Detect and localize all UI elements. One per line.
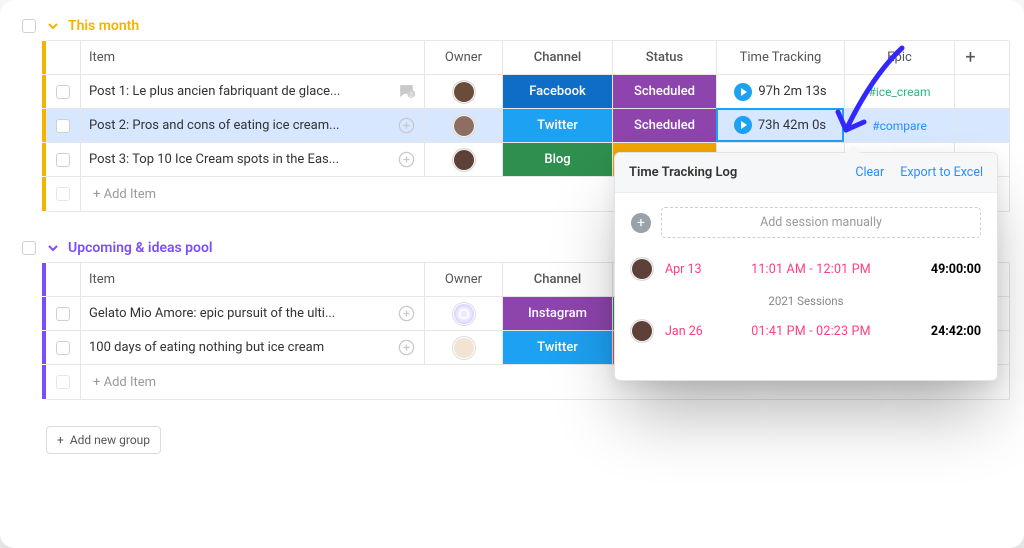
avatar[interactable]	[453, 303, 475, 325]
item-name[interactable]: Post 2: Pros and cons of eating ice crea…	[89, 118, 339, 133]
epic-tag[interactable]: #compare	[872, 119, 927, 133]
item-name[interactable]: Post 1: Le plus ancien fabriquant de gla…	[89, 84, 340, 99]
avatar	[631, 258, 653, 280]
add-session-label[interactable]: Add session manually	[661, 207, 981, 238]
add-chat-icon[interactable]	[397, 338, 416, 357]
channel-pill[interactable]: Instagram	[503, 297, 612, 330]
col-channel[interactable]: Channel	[502, 263, 612, 296]
board-page: This month Item Owner Channel Status Tim…	[0, 0, 1024, 548]
add-chat-icon[interactable]	[397, 116, 416, 135]
group-accent	[42, 297, 46, 330]
time-value: 73h 42m 0s	[758, 118, 826, 133]
col-time[interactable]: Time Tracking	[716, 41, 844, 74]
group-accent	[42, 41, 46, 74]
col-checkbox	[46, 41, 80, 74]
col-epic[interactable]: Epic	[844, 41, 954, 74]
col-item[interactable]: Item	[80, 41, 424, 74]
time-tracking-cell[interactable]: 97h 2m 13s	[716, 75, 844, 108]
add-session-row[interactable]: + Add session manually	[631, 207, 981, 238]
table-row[interactable]: Post 2: Pros and cons of eating ice crea…	[46, 109, 1009, 143]
status-pill[interactable]: Scheduled	[613, 75, 716, 108]
group-accent	[42, 143, 46, 176]
avatar[interactable]	[453, 149, 475, 171]
status-pill[interactable]: Scheduled	[613, 109, 716, 142]
col-owner[interactable]: Owner	[424, 263, 502, 296]
group-accent	[42, 109, 46, 142]
item-name[interactable]: 100 days of eating nothing but ice cream	[89, 340, 324, 355]
channel-pill[interactable]: Twitter	[503, 331, 612, 364]
table-row[interactable]: Post 1: Le plus ancien fabriquant de gla…	[46, 75, 1009, 109]
channel-pill[interactable]: Twitter	[503, 109, 612, 142]
avatar	[631, 320, 653, 342]
popover-body: + Add session manually Apr 13 11:01 AM -…	[615, 193, 997, 380]
add-group-button[interactable]: + Add new group	[46, 426, 161, 454]
row-checkbox[interactable]	[56, 307, 70, 321]
collapse-icon[interactable]	[46, 19, 60, 33]
export-button[interactable]: Export to Excel	[900, 165, 983, 180]
group-accent	[42, 331, 46, 364]
avatar[interactable]	[453, 115, 475, 137]
group-header-this-month[interactable]: This month	[46, 18, 1010, 34]
row-checkbox[interactable]	[56, 119, 70, 133]
time-tracking-log-popover: Time Tracking Log Clear Export to Excel …	[614, 152, 998, 381]
avatar[interactable]	[453, 337, 475, 359]
channel-pill[interactable]: Blog	[503, 143, 612, 176]
row-checkbox[interactable]	[56, 375, 70, 389]
group-title: Upcoming & ideas pool	[68, 240, 213, 256]
group-title: This month	[68, 18, 139, 34]
col-channel[interactable]: Channel	[502, 41, 612, 74]
col-checkbox	[46, 263, 80, 296]
channel-pill[interactable]: Facebook	[503, 75, 612, 108]
table-header-row: Item Owner Channel Status Time Tracking …	[46, 41, 1009, 75]
row-checkbox[interactable]	[56, 187, 70, 201]
session-times: 01:41 PM - 02:23 PM	[723, 324, 899, 339]
item-name[interactable]: Gelato Mio Amore: epic pursuit of the ul…	[89, 306, 335, 321]
collapse-icon[interactable]	[46, 241, 60, 255]
popover-header: Time Tracking Log Clear Export to Excel	[615, 153, 997, 193]
group-accent	[42, 365, 46, 399]
session-duration: 49:00:00	[911, 262, 981, 277]
add-chat-icon[interactable]	[397, 304, 416, 323]
group-accent	[42, 177, 46, 211]
add-column-button[interactable]: +	[954, 41, 986, 74]
epic-tag[interactable]: #ice_cream	[868, 85, 930, 99]
session-row[interactable]: Apr 13 11:01 AM - 12:01 PM 49:00:00	[631, 258, 981, 280]
row-checkbox[interactable]	[56, 85, 70, 99]
col-status[interactable]: Status	[612, 41, 716, 74]
year-separator: 2021 Sessions	[631, 294, 981, 308]
popover-title: Time Tracking Log	[629, 165, 737, 180]
session-date: Apr 13	[665, 262, 711, 277]
add-group-label: Add new group	[70, 433, 150, 447]
col-owner[interactable]: Owner	[424, 41, 502, 74]
group-checkbox[interactable]	[22, 19, 36, 33]
play-icon[interactable]	[734, 116, 752, 134]
col-item[interactable]: Item	[80, 263, 424, 296]
chat-icon[interactable]: 2	[397, 82, 416, 101]
session-duration: 24:42:00	[911, 324, 981, 339]
add-session-plus-icon[interactable]: +	[631, 213, 651, 233]
time-tracking-cell-active[interactable]: 73h 42m 0s	[716, 108, 844, 142]
play-icon[interactable]	[734, 83, 752, 101]
row-end	[954, 75, 986, 108]
row-checkbox[interactable]	[56, 153, 70, 167]
session-times: 11:01 AM - 12:01 PM	[723, 262, 899, 277]
group-checkbox[interactable]	[22, 241, 36, 255]
session-date: Jan 26	[665, 324, 711, 339]
clear-button[interactable]: Clear	[855, 165, 884, 180]
row-checkbox[interactable]	[56, 341, 70, 355]
time-value: 97h 2m 13s	[758, 84, 826, 99]
group-accent	[42, 75, 46, 108]
svg-text:2: 2	[410, 92, 413, 98]
add-chat-icon[interactable]	[397, 150, 416, 169]
session-row[interactable]: Jan 26 01:41 PM - 02:23 PM 24:42:00	[631, 320, 981, 342]
group-accent	[42, 263, 46, 296]
plus-icon: +	[57, 433, 64, 447]
avatar[interactable]	[453, 81, 475, 103]
row-end	[954, 109, 986, 142]
item-name[interactable]: Post 3: Top 10 Ice Cream spots in the Ea…	[89, 152, 339, 167]
